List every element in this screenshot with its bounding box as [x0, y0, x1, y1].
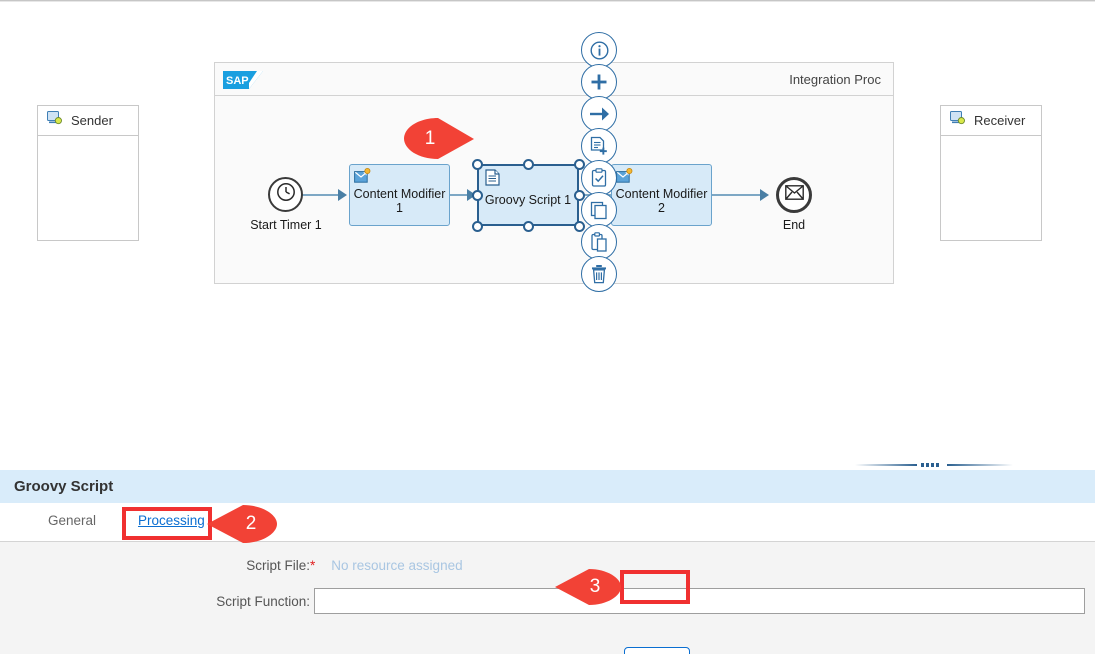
plus-icon[interactable]	[581, 64, 617, 100]
paste-icon[interactable]	[581, 224, 617, 260]
node-start-timer-label: Start Timer 1	[225, 218, 347, 232]
svg-text:SAP: SAP	[226, 75, 249, 87]
node-end-label: End	[738, 218, 850, 232]
node-context-toolbar[interactable]	[581, 32, 618, 288]
script-file-value: No resource assigned	[331, 558, 462, 573]
node-end[interactable]	[776, 177, 812, 213]
pool-body[interactable]: Start Timer 1 Content Modifier 1	[215, 96, 893, 283]
receiver-participant-body	[941, 136, 1041, 270]
node-content-modifier-2-label-line2: 2	[612, 201, 711, 215]
node-content-modifier-1-label-line2: 1	[350, 201, 449, 215]
content-modifier-icon	[354, 168, 372, 184]
receiver-participant-header: Receiver	[941, 106, 1041, 136]
add-document-icon[interactable]	[581, 128, 617, 164]
content-modifier-icon	[616, 168, 634, 184]
node-content-modifier-1-label-line1: Content Modifier	[350, 187, 449, 201]
connector-timer-to-cm1	[302, 194, 342, 196]
integration-flow-canvas[interactable]: Sender Receiver	[0, 2, 1095, 458]
resize-handle-n[interactable]	[523, 159, 534, 170]
sap-logo-icon: SAP	[223, 71, 263, 89]
application-window: Sender Receiver	[0, 0, 1095, 654]
pool-title: Integration Proc	[789, 72, 881, 87]
sender-participant-header: Sender	[38, 106, 138, 136]
processing-form: Script File: * No resource assigned Sele…	[0, 542, 1095, 654]
copy-icon[interactable]	[581, 192, 617, 228]
resize-handle-s[interactable]	[523, 221, 534, 232]
select-button[interactable]: Select	[624, 647, 690, 654]
arrowhead-cm2-to-end	[760, 189, 769, 201]
splitter-handle-icon[interactable]	[855, 463, 1013, 466]
pool-header: SAP Integration Proc	[215, 63, 893, 96]
properties-tab-bar[interactable]: General Processing	[0, 503, 1095, 542]
script-function-row: Script Function:	[160, 586, 1090, 616]
receiver-participant[interactable]: Receiver	[940, 105, 1042, 241]
resize-handle-w[interactable]	[472, 190, 483, 201]
integration-process-pool[interactable]: SAP Integration Proc	[214, 62, 894, 284]
clipboard-check-icon[interactable]	[581, 160, 617, 196]
arrow-right-icon[interactable]	[581, 96, 617, 132]
callout-3: 3	[553, 567, 625, 607]
node-content-modifier-2[interactable]: Content Modifier 2	[611, 164, 712, 226]
info-icon[interactable]	[581, 32, 617, 68]
callout-2: 2	[205, 503, 283, 545]
sender-participant-label: Sender	[71, 113, 113, 128]
callout-1: 1	[398, 116, 476, 161]
properties-panel: Groovy Script General Processing Script …	[0, 470, 1095, 654]
node-content-modifier-2-label-line1: Content Modifier	[612, 187, 711, 201]
panel-splitter[interactable]	[0, 458, 1095, 470]
node-start-timer[interactable]	[268, 177, 303, 212]
properties-panel-header: Groovy Script	[0, 470, 1095, 503]
script-file-label: Script File:	[160, 558, 310, 573]
script-file-row: Script File: * No resource assigned	[160, 551, 780, 579]
sender-participant-body	[38, 136, 138, 270]
tab-general[interactable]: General	[46, 504, 98, 540]
node-content-modifier-1[interactable]: Content Modifier 1	[349, 164, 450, 226]
script-function-label: Script Function:	[160, 594, 310, 609]
script-function-input[interactable]	[314, 588, 1085, 614]
participant-icon	[47, 111, 62, 130]
sender-participant[interactable]: Sender	[37, 105, 139, 241]
arrowhead-timer-to-cm1	[338, 189, 347, 201]
connector-cm2-to-end	[712, 194, 767, 196]
tab-processing[interactable]: Processing	[136, 504, 207, 540]
selection-frame	[477, 164, 579, 226]
trash-icon[interactable]	[581, 256, 617, 292]
resize-handle-sw[interactable]	[472, 221, 483, 232]
script-file-required-marker: *	[310, 558, 315, 573]
receiver-participant-label: Receiver	[974, 113, 1025, 128]
envelope-icon	[785, 185, 804, 205]
timer-icon	[276, 182, 296, 207]
participant-icon	[950, 111, 965, 130]
page-title: Groovy Script	[14, 478, 113, 495]
